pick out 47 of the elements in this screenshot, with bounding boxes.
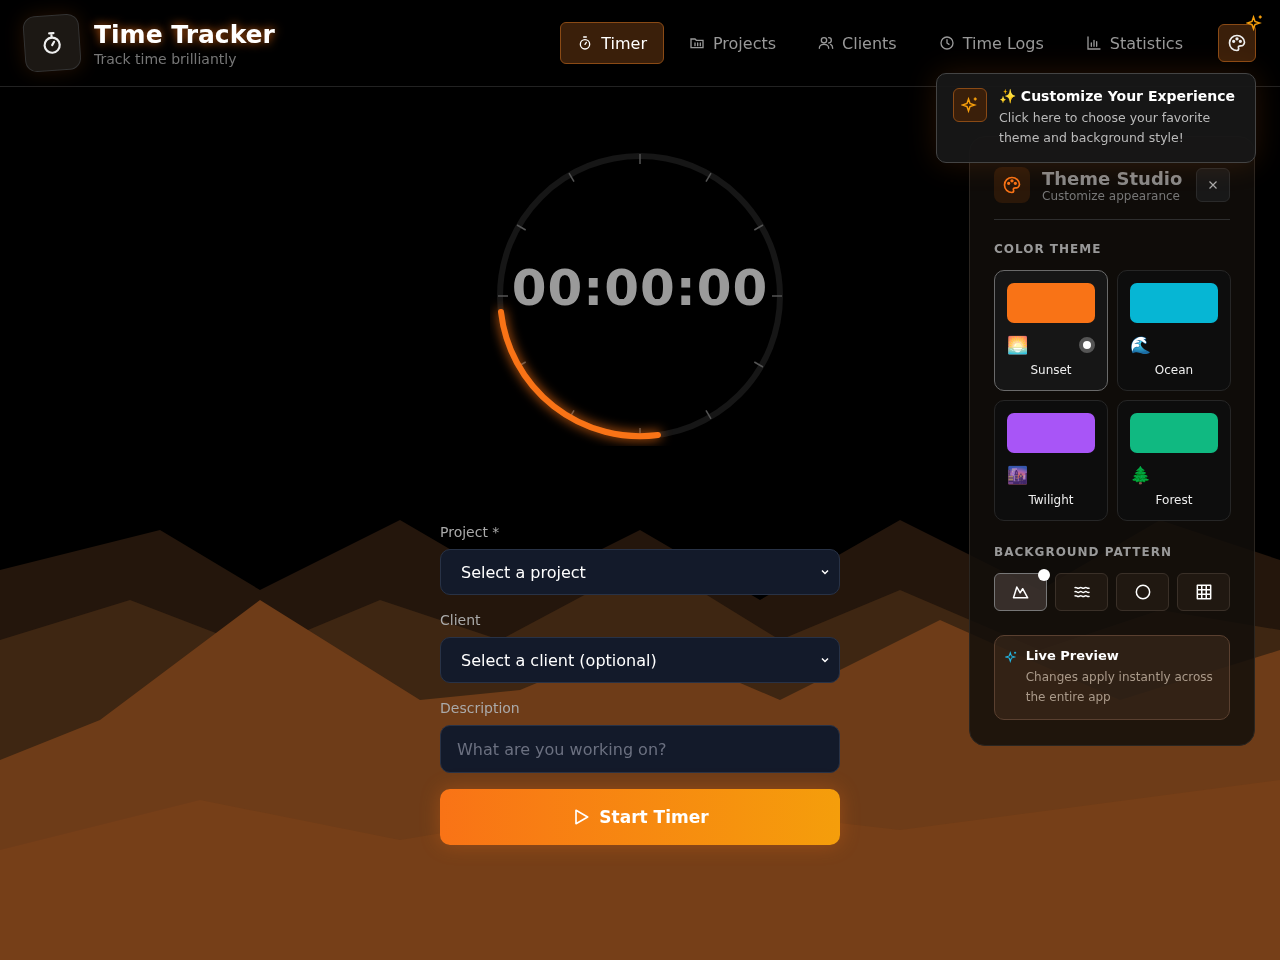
section-heading: BACKGROUND PATTERN bbox=[994, 545, 1173, 559]
close-button[interactable] bbox=[1196, 168, 1230, 202]
nav-tab[interactable]: Clients bbox=[801, 22, 914, 64]
nav-tab[interactable]: Statistics bbox=[1068, 22, 1200, 64]
field-label: Project * bbox=[440, 524, 501, 540]
palette-icon bbox=[994, 167, 1030, 203]
sparkle-icon bbox=[1246, 14, 1264, 32]
section-heading: COLOR THEME bbox=[994, 242, 1103, 256]
theme-button[interactable] bbox=[1218, 24, 1256, 62]
folder-icon bbox=[688, 35, 705, 51]
preview-text: Changes apply instantly across the entire app bbox=[1025, 669, 1214, 706]
theme-emoji: 🌊 bbox=[1130, 335, 1151, 355]
stopwatch-logo-icon bbox=[22, 13, 82, 73]
nav-tab[interactable]: Projects bbox=[671, 22, 794, 64]
panel-title: Theme Studio bbox=[1042, 167, 1184, 189]
theme-card[interactable]: 🌅 Sunset bbox=[994, 270, 1108, 391]
timer-display: 00:00:00 bbox=[511, 259, 769, 317]
sparkle-icon bbox=[953, 88, 987, 122]
theme-emoji: 🌅 bbox=[1007, 335, 1028, 355]
palette-icon bbox=[1227, 33, 1247, 53]
field-label: Description bbox=[440, 700, 521, 716]
theme-card[interactable]: 🌲 Forest bbox=[1117, 400, 1231, 521]
clock-icon bbox=[938, 35, 955, 51]
sparkle-icon bbox=[1005, 648, 1018, 666]
nav-tab[interactable]: Timer bbox=[560, 22, 664, 64]
app-title: Time Tracker bbox=[94, 19, 275, 49]
selected-dot bbox=[1038, 569, 1050, 581]
description-field[interactable]: What are you working on? bbox=[440, 725, 840, 773]
panel-subtitle: Customize appearance bbox=[1042, 188, 1181, 203]
tooltip-title: ✨ Customize Your Experience bbox=[999, 88, 1236, 104]
theme-emoji: 🌆 bbox=[1007, 465, 1028, 485]
pattern-button[interactable] bbox=[1055, 573, 1108, 611]
chart-icon bbox=[1085, 35, 1102, 51]
preview-title: Live Preview bbox=[1025, 648, 1120, 663]
selected-indicator-icon bbox=[1079, 337, 1095, 353]
users-icon bbox=[818, 35, 835, 51]
theme-card[interactable]: 🌆 Twilight bbox=[994, 400, 1108, 521]
field-label: Client bbox=[440, 612, 482, 628]
theme-card[interactable]: 🌊 Ocean bbox=[1117, 270, 1231, 391]
theme-emoji: 🌲 bbox=[1130, 465, 1151, 485]
tooltip-text: Click here to choose your favorite theme and background style! bbox=[999, 109, 1212, 147]
nav-tab[interactable]: Time Logs bbox=[921, 22, 1061, 64]
app-subtitle: Track time brilliantly bbox=[94, 50, 238, 67]
dropdown-field[interactable]: Select a client (optional) bbox=[440, 637, 840, 683]
pattern-button[interactable] bbox=[1116, 573, 1169, 611]
pattern-button[interactable] bbox=[1177, 573, 1230, 611]
dropdown-field[interactable]: Select a project bbox=[440, 549, 840, 595]
